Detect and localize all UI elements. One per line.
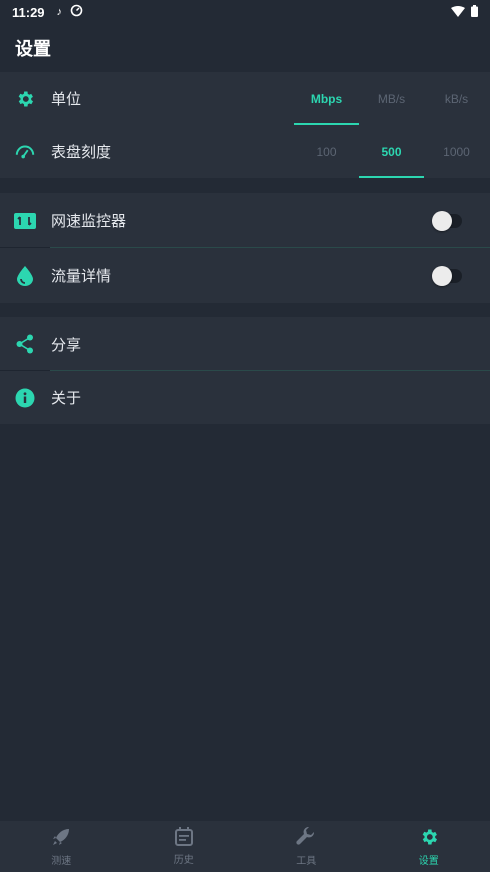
- nav-item-tools[interactable]: 工具: [245, 821, 368, 872]
- status-bar: 11:29 ♪: [0, 0, 490, 24]
- battery-icon: [471, 4, 478, 20]
- traffic-label: 流量详情: [51, 267, 112, 285]
- dial-option-500[interactable]: 500: [359, 125, 424, 178]
- share-label: 分享: [51, 335, 82, 354]
- dial-row: 表盘刻度 100 500 1000: [0, 125, 490, 178]
- gauge-icon: [14, 141, 36, 163]
- toggle-knob: [432, 265, 452, 286]
- share-row[interactable]: 分享: [0, 317, 490, 371]
- unit-label: 单位: [51, 90, 82, 108]
- monitor-icon: [14, 210, 36, 232]
- page-title: 设置: [15, 39, 51, 60]
- calendar-icon: [174, 827, 193, 849]
- unit-option-mbs[interactable]: MB/s: [359, 72, 424, 125]
- monitor-row[interactable]: 网速监控器: [0, 193, 490, 248]
- drop-icon: [14, 265, 36, 287]
- status-time: 11:29: [12, 4, 45, 20]
- nav-item-history[interactable]: 历史: [123, 821, 246, 872]
- toggle-knob: [432, 210, 452, 231]
- nav-label: 测速: [51, 855, 72, 867]
- wifi-icon: [451, 5, 465, 20]
- about-label: 关于: [51, 389, 82, 407]
- rocket-icon: [51, 827, 71, 850]
- speedometer-icon: [70, 4, 83, 20]
- dial-option-1000[interactable]: 1000: [424, 125, 489, 178]
- dial-option-100[interactable]: 100: [294, 125, 359, 178]
- monitor-toggle[interactable]: [432, 210, 462, 231]
- about-row[interactable]: 关于: [0, 371, 490, 424]
- monitor-settings-card: 网速监控器 流量详情: [0, 193, 490, 303]
- gear-icon: [419, 827, 439, 850]
- traffic-row[interactable]: 流量详情: [0, 248, 490, 303]
- nav-label: 工具: [296, 855, 317, 867]
- nav-label: 历史: [173, 855, 194, 866]
- share-icon: [14, 333, 36, 355]
- nav-item-settings[interactable]: 设置: [368, 821, 490, 872]
- nav-label: 设置: [418, 855, 439, 867]
- unit-option-mbps[interactable]: Mbps: [294, 72, 359, 125]
- monitor-label: 网速监控器: [51, 212, 127, 230]
- unit-option-kbs[interactable]: kB/s: [424, 72, 489, 125]
- bottom-nav: 测速 历史 工具 设置: [0, 821, 490, 872]
- wrench-icon: [296, 826, 316, 850]
- display-settings-card: 单位 Mbps MB/s kB/s 表盘刻度 100 500 1000: [0, 72, 490, 178]
- dial-label: 表盘刻度: [51, 143, 112, 161]
- traffic-toggle[interactable]: [432, 265, 462, 286]
- nav-item-speedtest[interactable]: 测速: [0, 821, 123, 872]
- music-note-icon: ♪: [56, 6, 63, 18]
- misc-settings-card: 分享 关于: [0, 317, 490, 424]
- unit-row: 单位 Mbps MB/s kB/s: [0, 72, 490, 125]
- gear-icon: [14, 88, 36, 110]
- info-icon: [14, 387, 36, 409]
